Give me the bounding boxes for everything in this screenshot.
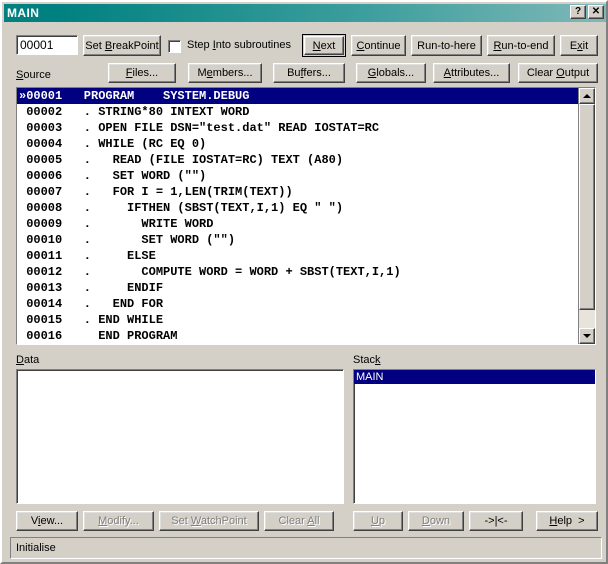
stack-listbox[interactable]: MAIN	[353, 369, 596, 504]
scroll-down-arrow-icon[interactable]	[579, 328, 595, 344]
modify-label: Modify...	[98, 515, 139, 527]
set-breakpoint-label: Set BreakPoint	[85, 39, 159, 52]
data-label: Data	[16, 354, 40, 366]
source-line[interactable]: 00005 . READ (FILE IOSTAT=RC) TEXT (A80)	[17, 152, 578, 168]
continue-button[interactable]: Continue	[351, 35, 406, 56]
source-scrollbar[interactable]	[578, 88, 595, 344]
scrollbar-track[interactable]	[579, 104, 595, 328]
help-button[interactable]: Help >	[536, 511, 598, 531]
step-into-subroutines-label: Step Into subroutines	[187, 39, 291, 51]
exit-button[interactable]: Exit	[560, 35, 598, 56]
files-button[interactable]: Files...	[108, 63, 176, 83]
window-title: MAIN	[7, 6, 40, 20]
stack-list-item[interactable]: MAIN	[354, 370, 595, 384]
source-line[interactable]: 00007 . FOR I = 1,LEN(TRIM(TEXT))	[17, 184, 578, 200]
source-line[interactable]: 00015 . END WHILE	[17, 312, 578, 328]
status-text: Initialise	[16, 542, 56, 554]
center-stack-button[interactable]: ->|<-	[469, 511, 523, 531]
close-icon[interactable]: ✕	[588, 5, 604, 19]
title-bar[interactable]: MAIN ? ✕	[4, 4, 606, 22]
continue-label: Continue	[356, 39, 401, 52]
exit-label: Exit	[569, 39, 589, 52]
view-label: View...	[30, 515, 64, 527]
members-button[interactable]: Members...	[188, 63, 262, 83]
up-button: Up	[353, 511, 403, 531]
clear-all-label: Clear All	[278, 515, 320, 527]
globals-label: Globals...	[367, 67, 415, 79]
set-watchpoint-label: Set WatchPoint	[171, 515, 247, 527]
down-button: Down	[408, 511, 464, 531]
source-listing-panel: »00001 PROGRAM SYSTEM.DEBUG 00002 . STRI…	[16, 87, 596, 345]
source-line[interactable]: »00001 PROGRAM SYSTEM.DEBUG	[17, 88, 578, 104]
stack-label: Stack	[353, 354, 381, 366]
buffers-label: Buffers...	[287, 67, 331, 79]
set-breakpoint-button[interactable]: Set BreakPoint	[83, 35, 161, 56]
next-button[interactable]: Next	[302, 34, 346, 57]
scrollbar-thumb[interactable]	[579, 104, 595, 310]
source-line[interactable]: 00008 . IFTHEN (SBST(TEXT,I,1) EQ " ")	[17, 200, 578, 216]
clear-output-label: Clear Output	[526, 67, 590, 79]
down-label: Down	[421, 515, 451, 527]
source-lines[interactable]: »00001 PROGRAM SYSTEM.DEBUG 00002 . STRI…	[17, 88, 578, 344]
source-line[interactable]: 00003 . OPEN FILE DSN="test.dat" READ IO…	[17, 120, 578, 136]
help-label: Help >	[549, 515, 585, 527]
attributes-button[interactable]: Attributes...	[433, 63, 510, 83]
buffers-button[interactable]: Buffers...	[273, 63, 345, 83]
debugger-window: MAIN ? ✕ 00001 Set BreakPoint Step Into …	[0, 0, 608, 564]
clear-output-button[interactable]: Clear Output	[518, 63, 598, 83]
source-label: Source	[16, 69, 51, 81]
source-line[interactable]: 00016 END PROGRAM	[17, 328, 578, 344]
data-listbox[interactable]	[16, 369, 344, 504]
run-to-here-label: Run-to-here	[417, 39, 476, 52]
files-label: Files...	[125, 67, 159, 79]
source-line[interactable]: 00004 . WHILE (RC EQ 0)	[17, 136, 578, 152]
run-to-here-button[interactable]: Run-to-here	[411, 35, 482, 56]
set-watchpoint-button: Set WatchPoint	[159, 511, 259, 531]
view-button[interactable]: View...	[16, 511, 78, 531]
status-bar: Initialise	[10, 537, 602, 559]
clear-all-button: Clear All	[264, 511, 334, 531]
source-line[interactable]: 00013 . ENDIF	[17, 280, 578, 296]
globals-button[interactable]: Globals...	[356, 63, 426, 83]
title-bar-buttons: ? ✕	[570, 5, 604, 19]
source-line[interactable]: 00009 . WRITE WORD	[17, 216, 578, 232]
source-line[interactable]: 00011 . ELSE	[17, 248, 578, 264]
modify-button: Modify...	[83, 511, 154, 531]
source-line[interactable]: 00006 . SET WORD ("")	[17, 168, 578, 184]
help-icon[interactable]: ?	[570, 5, 586, 19]
run-to-end-button[interactable]: Run-to-end	[487, 35, 555, 56]
run-to-end-label: Run-to-end	[493, 39, 549, 52]
members-label: Members...	[197, 67, 253, 79]
step-into-subroutines-checkbox[interactable]	[168, 40, 181, 53]
scroll-up-arrow-icon[interactable]	[579, 88, 595, 104]
up-label: Up	[370, 515, 386, 527]
line-number-input[interactable]: 00001	[16, 35, 78, 55]
source-line[interactable]: 00002 . STRING*80 INTEXT WORD	[17, 104, 578, 120]
source-line[interactable]: 00010 . SET WORD ("")	[17, 232, 578, 248]
attributes-label: Attributes...	[443, 67, 500, 79]
source-line[interactable]: 00012 . COMPUTE WORD = WORD + SBST(TEXT,…	[17, 264, 578, 280]
next-label: Next	[312, 39, 336, 52]
source-line[interactable]: 00014 . END FOR	[17, 296, 578, 312]
